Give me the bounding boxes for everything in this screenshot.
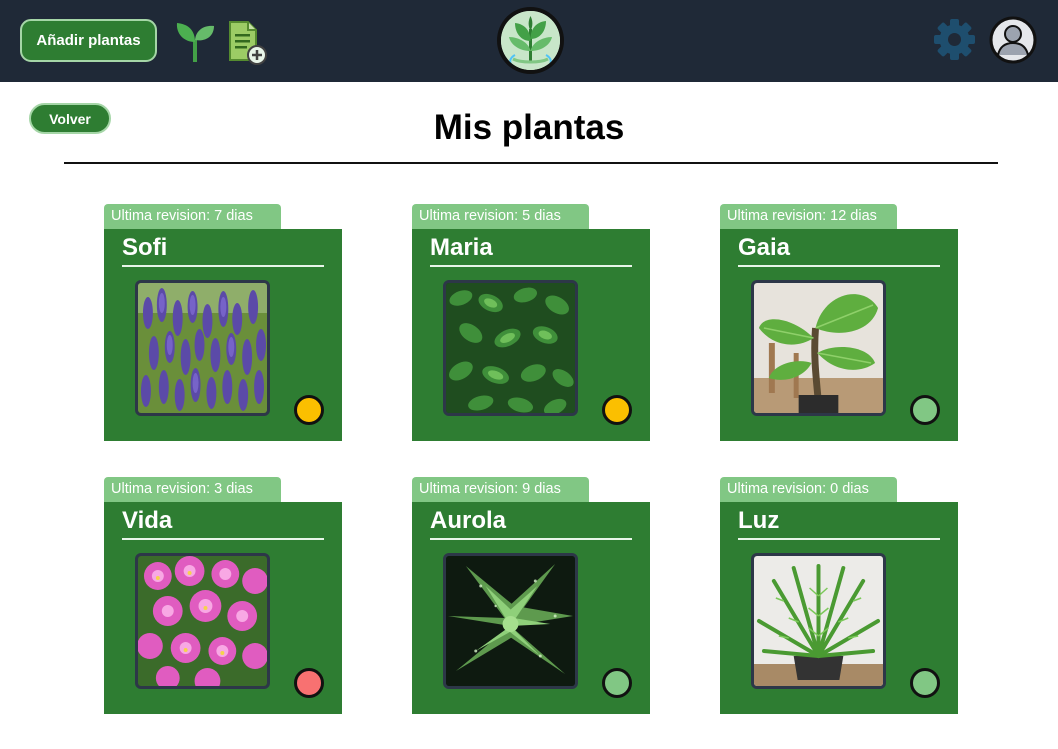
name-underline (430, 265, 632, 267)
plant-card[interactable]: Ultima revision: 5 dias Maria (412, 204, 650, 441)
last-revision-label: Ultima revision: 3 dias (104, 477, 281, 502)
plant-card-body: Gaia (720, 229, 958, 441)
status-indicator (294, 395, 324, 425)
plant-name: Luz (738, 507, 780, 534)
last-revision-label: Ultima revision: 9 dias (412, 477, 589, 502)
name-underline (430, 538, 632, 540)
status-indicator (602, 395, 632, 425)
plant-card[interactable]: Ultima revision: 7 dias Sofi (104, 204, 342, 441)
plant-photo (443, 553, 578, 689)
plant-card[interactable]: Ultima revision: 9 dias Aurola (412, 477, 650, 714)
gear-icon[interactable] (932, 17, 977, 62)
name-underline (738, 538, 940, 540)
plant-photo (135, 280, 270, 416)
plant-card[interactable]: Ultima revision: 0 dias Luz (720, 477, 958, 714)
status-indicator (294, 668, 324, 698)
last-revision-label: Ultima revision: 5 dias (412, 204, 589, 229)
name-underline (738, 265, 940, 267)
title-divider (64, 162, 998, 164)
plant-card-body: Aurola (412, 502, 650, 714)
status-indicator (910, 395, 940, 425)
plant-name: Maria (430, 234, 493, 261)
plant-card-body: Sofi (104, 229, 342, 441)
plant-card-body: Vida (104, 502, 342, 714)
plant-photo (135, 553, 270, 689)
logo (497, 7, 564, 74)
page-title: Mis plantas (433, 108, 625, 147)
status-indicator (602, 668, 632, 698)
plant-photo (751, 280, 886, 416)
plant-name: Aurola (430, 507, 507, 534)
last-revision-label: Ultima revision: 12 dias (720, 204, 897, 229)
plant-card-body: Maria (412, 229, 650, 441)
avatar-icon[interactable] (989, 16, 1037, 64)
document-add-icon[interactable] (226, 20, 268, 66)
name-underline (122, 538, 324, 540)
plant-name: Gaia (738, 234, 791, 261)
last-revision-label: Ultima revision: 0 dias (720, 477, 897, 502)
plant-name: Vida (122, 507, 173, 534)
top-bar: Añadir plantas (0, 0, 1058, 82)
plant-card-body: Luz (720, 502, 958, 714)
plant-card[interactable]: Ultima revision: 3 dias Vida (104, 477, 342, 714)
plant-photo (751, 553, 886, 689)
sprout-icon[interactable] (174, 18, 216, 62)
plant-card[interactable]: Ultima revision: 12 dias Gaia (720, 204, 958, 441)
name-underline (122, 265, 324, 267)
plant-name: Sofi (122, 234, 168, 261)
last-revision-label: Ultima revision: 7 dias (104, 204, 281, 229)
status-indicator (910, 668, 940, 698)
add-plants-button[interactable]: Añadir plantas (20, 19, 157, 62)
plant-photo (443, 280, 578, 416)
